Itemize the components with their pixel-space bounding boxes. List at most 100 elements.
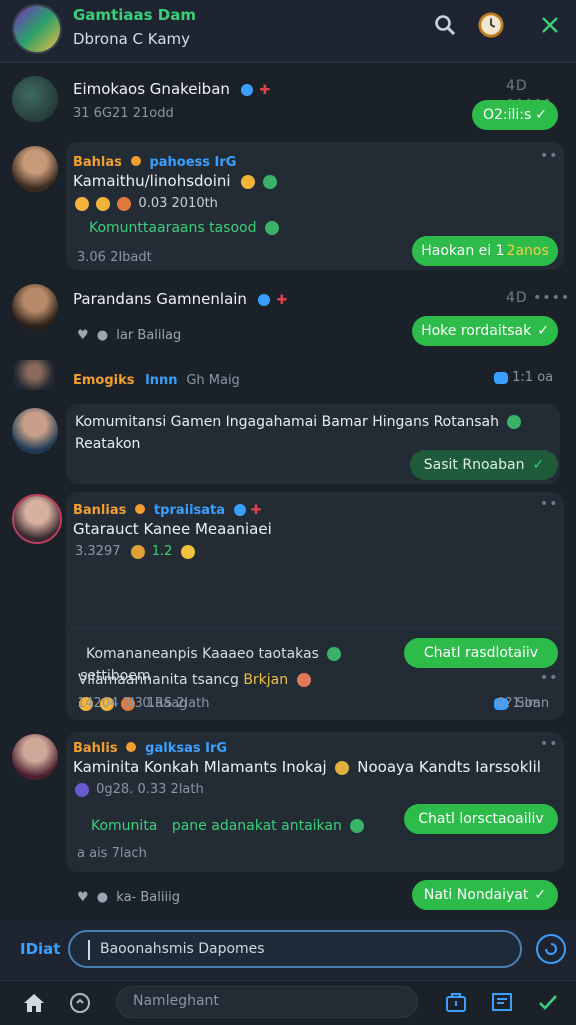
reply-button-label: Hoke rordaitsak [421, 323, 532, 339]
more-options-icon[interactable]: •• [540, 736, 559, 752]
message-input[interactable]: Baoonahsmis Dapomes [68, 930, 522, 968]
tag-label: Bahlis [73, 741, 118, 756]
stats-text-2: 1.2 [151, 544, 173, 559]
stats-text: 3.3297 [75, 544, 121, 559]
chevron-down-icon: ✓ [537, 323, 549, 339]
close-icon[interactable] [537, 12, 563, 38]
more-options-icon[interactable]: •• [540, 496, 559, 512]
refresh-icon[interactable] [68, 991, 92, 1015]
star-icon [135, 504, 146, 514]
emoji-icon [335, 760, 350, 775]
sender-tags: Bahlis galksas IrG [73, 738, 227, 756]
reply-meta: ♥ ● ka- Baliiig [77, 890, 180, 905]
reply-button-label: Sasit Rnoaban [423, 457, 525, 473]
verified-icon [233, 503, 246, 516]
sender-tags: Bahlas pahoess IrG [73, 152, 236, 170]
send-icon[interactable] [536, 934, 566, 964]
search-field[interactable]: Namleghant [116, 986, 418, 1018]
avatar[interactable] [12, 408, 58, 454]
tag-label: pahoess IrG [149, 155, 237, 170]
avatar[interactable] [12, 734, 58, 780]
heart-icon: ♥ [77, 890, 89, 905]
emoji-icon [117, 196, 132, 211]
message-title: Kamaithu/linohsdoini [73, 172, 280, 190]
like-icon: ● [96, 890, 109, 905]
stats-text: 0g28. 0.33 2lath [96, 782, 204, 797]
more-options-icon[interactable]: •• [540, 670, 559, 686]
emoji-icon [96, 196, 111, 211]
group-avatar[interactable] [12, 4, 62, 54]
reply-button[interactable]: Nati Nondaiyat ✓ [412, 880, 558, 910]
tag-label: galksas IrG [145, 741, 228, 756]
home-icon[interactable] [22, 992, 46, 1014]
message-item: Bahlis galksas IrG Kaminita Konkah Mlama… [0, 730, 576, 920]
reply-button[interactable]: Hoke rordaitsak ✓ [412, 316, 558, 346]
avatar[interactable] [12, 146, 58, 192]
sender-name-text: Eimokaos Gnakeiban [73, 80, 230, 98]
emoji-icon [327, 647, 342, 661]
avatar[interactable] [12, 284, 58, 330]
sender-tags: Emogiks lnnn Gh Maig [73, 370, 240, 388]
highlight-text: Komunita [91, 818, 158, 834]
chat-icon [494, 371, 508, 384]
timestamp: a ais 7lach [77, 846, 147, 861]
message-item: Vilamaannanita tsancg Brkjan •• 14204 3I… [0, 664, 576, 724]
message-title-text: Kaminita Konkah Mlamants Inokaj [73, 758, 327, 776]
reaction-stats: 0.03 2010th [75, 196, 218, 211]
nested-text: Komananeanpis Kaaaeo taotakas [86, 646, 344, 662]
news-icon[interactable] [490, 990, 514, 1014]
tag-label: Bahlas [73, 155, 122, 170]
tag-label: lnnn [145, 373, 178, 388]
reply-button[interactable]: Sasit Rnoaban ✓ [410, 450, 558, 480]
cursor [88, 940, 90, 960]
chat-button[interactable]: Chatl lorsctaoailiv [404, 804, 558, 834]
heart-icon: ✚ [276, 293, 288, 308]
highlight-text-2: pane adanakat antaikan [171, 818, 342, 834]
chevron-down-icon: ✓ [534, 887, 547, 903]
emoji-icon [75, 782, 89, 797]
message-input-value: Baoonahsmis Dapomes [100, 941, 265, 957]
emoji-icon [263, 174, 278, 189]
emoji-icon [75, 196, 89, 211]
reaction-stats: 3.3297 1.2 [75, 544, 198, 559]
reply-meta: ♥ ● lar Balilag [77, 328, 181, 343]
check-icon[interactable] [536, 990, 560, 1014]
message-text: Komumitansi Gamen Ingagahamai Bamar Hing… [75, 414, 524, 430]
group-subtitle: Dbrona C Kamy [73, 30, 191, 48]
avatar[interactable] [14, 360, 54, 390]
star-icon [126, 742, 137, 752]
reply-button[interactable]: Haokan ei 1 2anos [412, 236, 558, 266]
tag-label: tpraiisata [153, 503, 226, 518]
verified-icon [257, 293, 270, 306]
message-item: Bahlas pahoess IrG Kamaithu/linohsdoini … [0, 140, 576, 272]
bag-icon[interactable] [444, 990, 468, 1014]
emoji-icon [241, 174, 256, 189]
like-icon: ● [96, 328, 109, 343]
composer-label[interactable]: IDiat [20, 940, 60, 958]
avatar[interactable] [12, 76, 58, 122]
message-title: Kaminita Konkah Mlamants Inokaj Nooaya K… [73, 758, 541, 776]
reply-button-label: Nati Nondaiyat [423, 887, 529, 903]
message-feed[interactable]: Eimokaos Gnakeiban ✚ 31 6G21 21odd 4D ••… [0, 62, 576, 920]
message-title-text: Kamaithu/linohsdoini [73, 172, 231, 190]
emoji-icon [350, 819, 365, 833]
reply-button-highlight: 2anos [506, 243, 549, 259]
timestamp: 31 6G21 21odd [73, 106, 174, 121]
emoji-icon [180, 544, 195, 559]
message-text-line: Komumitansi Gamen Ingagahamai Bamar Hing… [75, 414, 499, 430]
verified-icon [240, 83, 253, 96]
message-text-line: Vilamaannanita tsancg [78, 672, 239, 688]
tag-label: Emogiks [73, 373, 135, 388]
more-options-icon[interactable]: 4D •••• [506, 290, 570, 306]
reply-button-label: Haokan ei 1 [421, 243, 505, 259]
message-item: Komumitansi Gamen Ingagahamai Bamar Hing… [0, 402, 576, 484]
avatar[interactable] [12, 494, 62, 544]
search-icon[interactable] [432, 12, 458, 38]
tag-label: Gh Maig [186, 373, 240, 388]
clock-icon[interactable] [478, 12, 504, 38]
heart-icon: ✚ [250, 503, 262, 518]
more-options-icon[interactable]: •• [540, 148, 559, 164]
message-item: Eimokaos Gnakeiban ✚ 31 6G21 21odd 4D ••… [0, 62, 576, 140]
emoji-icon [264, 221, 279, 235]
reply-button[interactable]: O2:ili:s ✓ [472, 100, 558, 130]
